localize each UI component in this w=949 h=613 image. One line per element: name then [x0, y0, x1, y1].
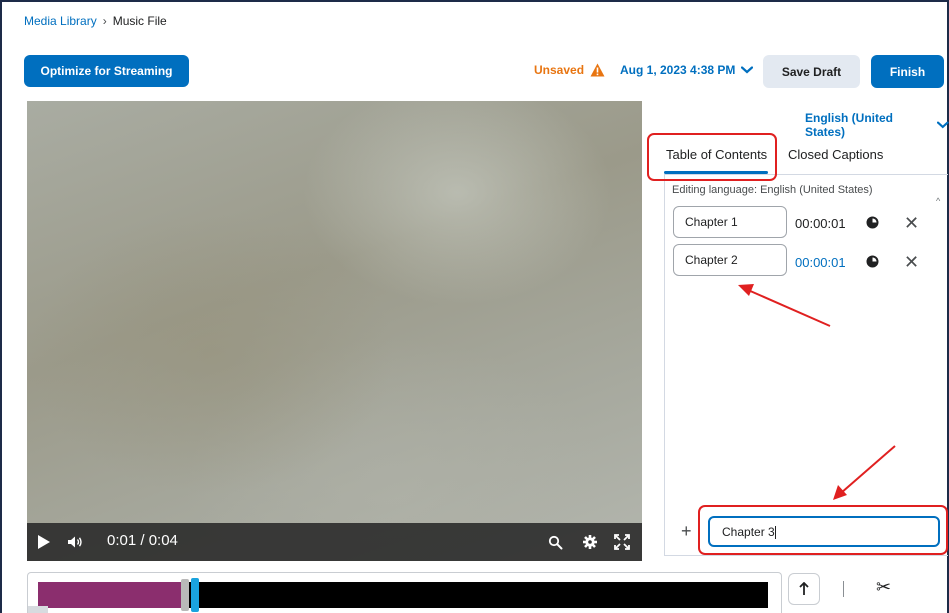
playback-time: 0:01 / 0:04 — [107, 532, 178, 549]
breadcrumb-current: Music File — [112, 14, 167, 28]
clock-icon[interactable] — [866, 216, 879, 229]
zoom-button[interactable] — [548, 535, 563, 550]
scissors-icon[interactable]: ✂ — [876, 577, 891, 598]
timeline-played-segment — [38, 582, 183, 608]
breadcrumb: Media Library › Music File — [24, 14, 167, 28]
clock-icon[interactable] — [866, 255, 879, 268]
chapter-title-input[interactable]: Chapter 1 — [673, 206, 787, 238]
arrow-up-icon — [799, 582, 809, 595]
move-up-button[interactable] — [788, 573, 820, 605]
fullscreen-icon — [614, 534, 630, 550]
language-label: English (United States) — [805, 111, 893, 139]
close-icon[interactable]: ✕ — [904, 253, 919, 271]
unsaved-status: Unsaved — [534, 63, 605, 77]
editing-language-label: Editing language: English (United States… — [672, 184, 873, 196]
annotation-highlight-toc-tab — [647, 133, 777, 181]
chapter-title-input[interactable]: Chapter 2 — [673, 244, 787, 276]
timeline[interactable] — [27, 572, 782, 613]
zoom-icon — [548, 535, 563, 550]
breadcrumb-media-library-link[interactable]: Media Library — [24, 14, 97, 28]
timeline-playhead[interactable] — [191, 578, 199, 612]
optimize-for-streaming-button[interactable]: Optimize for Streaming — [24, 55, 189, 87]
volume-icon — [68, 536, 82, 548]
breadcrumb-separator: › — [102, 14, 107, 28]
close-icon[interactable]: ✕ — [904, 214, 919, 232]
toolbar-divider — [843, 581, 844, 597]
scroll-up-icon[interactable]: ^ — [936, 196, 940, 206]
fullscreen-button[interactable] — [614, 534, 630, 550]
play-button[interactable] — [37, 534, 51, 550]
unsaved-label: Unsaved — [534, 63, 585, 77]
annotation-highlight-new-chapter — [698, 505, 948, 555]
gear-icon — [583, 535, 597, 549]
timeline-scroll-corner — [28, 606, 48, 613]
chevron-down-icon — [741, 66, 754, 74]
plus-icon[interactable]: + — [681, 522, 692, 540]
volume-button[interactable] — [67, 535, 83, 549]
chapter-time[interactable]: 00:00:01 — [795, 216, 846, 231]
warning-icon — [590, 63, 605, 77]
save-draft-button[interactable]: Save Draft — [763, 55, 860, 88]
timeline-track[interactable] — [38, 578, 768, 612]
language-dropdown[interactable]: English (United States) — [805, 111, 949, 139]
video-player[interactable]: 0:01 / 0:04 — [27, 101, 642, 561]
tab-closed-captions[interactable]: Closed Captions — [788, 147, 883, 162]
chapter-time[interactable]: 00:00:01 — [795, 255, 846, 270]
settings-button[interactable] — [582, 534, 598, 550]
timeline-trim-handle[interactable] — [181, 579, 189, 611]
publish-date-label: Aug 1, 2023 4:38 PM — [620, 63, 736, 77]
play-icon — [38, 535, 50, 549]
player-controls: 0:01 / 0:04 — [27, 523, 642, 561]
finish-button[interactable]: Finish — [871, 55, 944, 88]
chevron-down-icon — [937, 121, 949, 129]
publish-date-dropdown[interactable]: Aug 1, 2023 4:38 PM — [620, 63, 754, 77]
